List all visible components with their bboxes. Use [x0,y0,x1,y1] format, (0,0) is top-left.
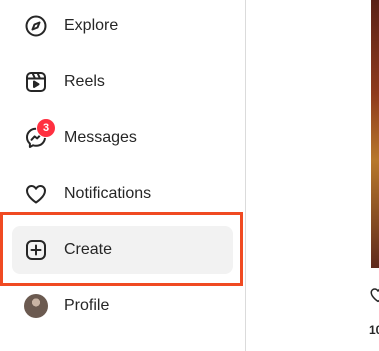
notification-badge: 3 [36,118,56,138]
post-image-preview[interactable] [371,0,379,268]
like-heart-icon[interactable] [369,286,379,304]
sidebar-item-label: Reels [64,73,105,90]
sidebar-item-notifications[interactable]: Notifications [12,170,233,218]
messenger-icon: 3 [24,118,56,150]
sidebar-item-profile[interactable]: Profile [12,282,233,330]
reels-icon [24,70,48,94]
sidebar-item-reels[interactable]: Reels [12,58,233,106]
sidebar-nav: Explore Reels 3 Messages Notifications C… [0,0,246,351]
sidebar-item-label: Messages [64,129,137,146]
page: Explore Reels 3 Messages Notifications C… [0,0,379,351]
like-count: 10 [369,323,379,337]
sidebar-item-label: Explore [64,17,119,34]
highlight-annotation [0,212,243,286]
sidebar-item-messages[interactable]: 3 Messages [12,114,233,162]
avatar [24,294,48,318]
avatar-image [24,294,48,318]
compass-icon [24,14,48,38]
sidebar-item-label: Profile [64,297,110,314]
sidebar-item-explore[interactable]: Explore [12,2,233,50]
sidebar-item-label: Notifications [64,185,152,202]
heart-icon [24,182,48,206]
